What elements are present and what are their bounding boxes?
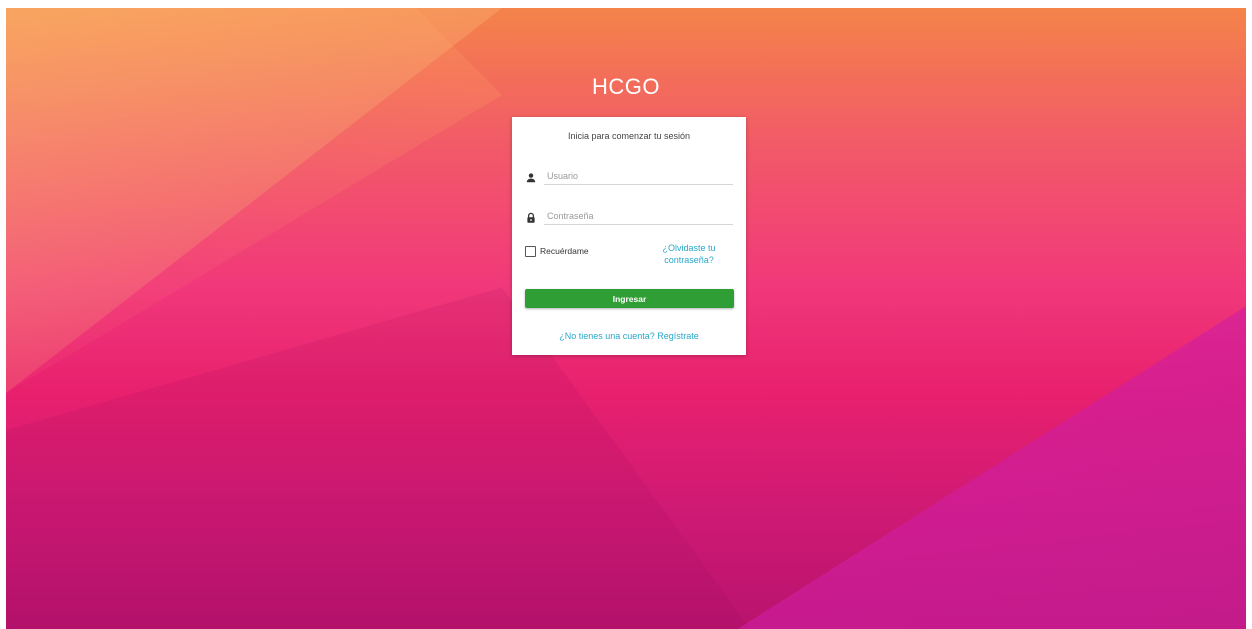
remember-me: Recuérdame — [525, 244, 589, 258]
login-button[interactable]: Ingresar — [525, 289, 734, 308]
forgot-password-line1: ¿Olvidaste tu — [662, 243, 716, 253]
password-field — [525, 207, 733, 229]
login-card: Inicia para comenzar tu sesión Usuario R… — [512, 117, 746, 355]
forgot-password-line2: contraseña? — [664, 255, 714, 265]
lock-icon — [525, 211, 537, 223]
brand-title: HCGO — [592, 74, 660, 99]
remember-checkbox[interactable] — [525, 245, 536, 257]
register-link[interactable]: ¿No tienes una cuenta? Regístrate — [512, 331, 746, 341]
login-page-background: HCGO Inicia para comenzar tu sesión Usua… — [6, 8, 1246, 629]
username-field — [525, 167, 733, 189]
password-input[interactable] — [544, 207, 733, 225]
username-input[interactable] — [544, 167, 733, 185]
remember-label: Recuérdame — [540, 246, 589, 256]
user-icon — [525, 171, 537, 183]
forgot-password-link[interactable]: ¿Olvidaste tu contraseña? — [654, 242, 724, 266]
login-subtitle: Inicia para comenzar tu sesión — [567, 131, 691, 141]
